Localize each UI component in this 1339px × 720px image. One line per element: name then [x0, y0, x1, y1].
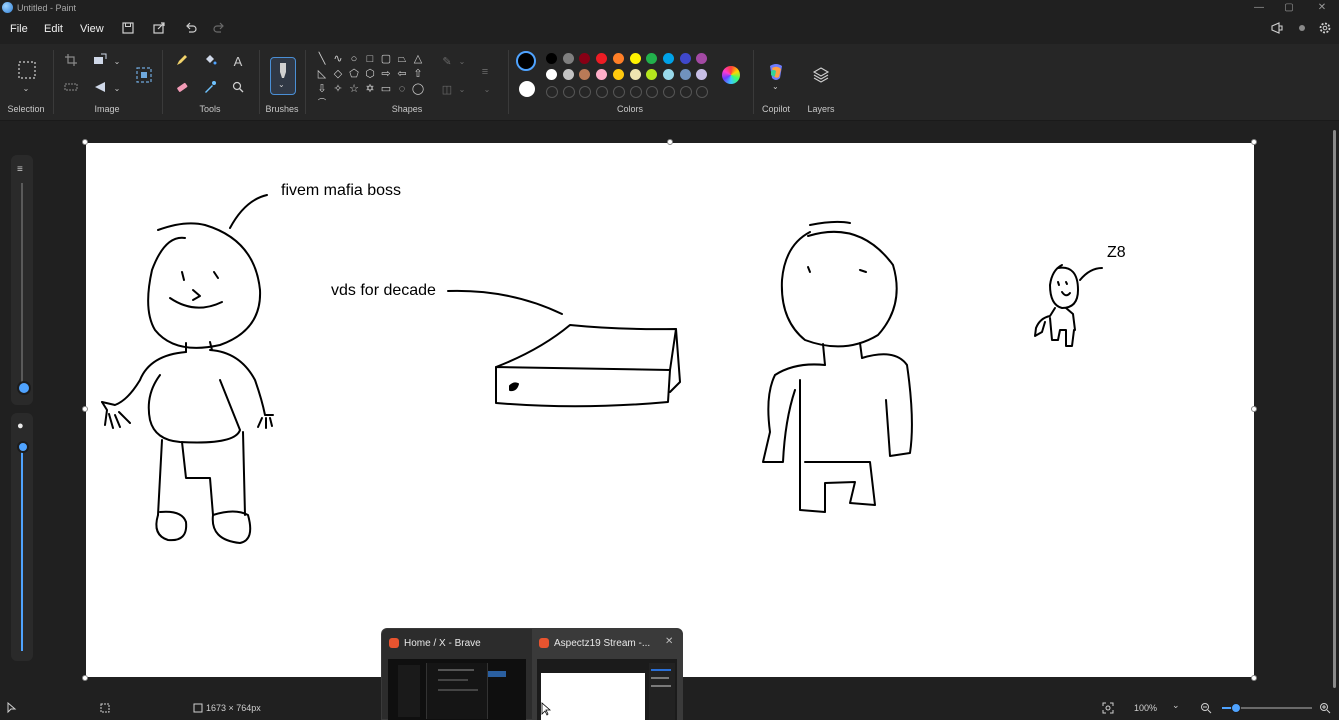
preview-close-icon[interactable]: ✕	[665, 636, 673, 647]
annotation-z8-label: Z8	[1107, 244, 1126, 261]
annotation-vds-label: vds for decade	[331, 282, 436, 299]
preview-thumbnail	[537, 659, 677, 720]
mouse-cursor-icon	[541, 702, 552, 716]
fit-to-window-icon[interactable]	[1102, 702, 1114, 714]
zoom-chevron-down-icon: ⌄	[1172, 700, 1180, 710]
zoom-dropdown[interactable]: 100% ⌄	[1126, 699, 1188, 717]
vertical-scrollbar[interactable]	[1333, 130, 1336, 688]
zoom-in-icon[interactable]	[1319, 702, 1331, 714]
annotation-boss-label: fivem mafia boss	[281, 182, 402, 199]
preview-title: Aspectz19 Stream -...	[554, 638, 651, 649]
zoom-out-icon[interactable]	[1200, 702, 1212, 714]
preview-window-brave[interactable]: Home / X - Brave	[382, 629, 532, 720]
zoom-slider-thumb[interactable]	[1231, 703, 1241, 713]
brave-icon	[539, 638, 549, 648]
sketch-server-box	[447, 289, 681, 408]
brave-icon	[389, 638, 399, 648]
sketch-mafia-boss-figure	[101, 194, 274, 544]
canvas-sketch	[101, 194, 1103, 544]
sketch-z8-figure	[1034, 264, 1103, 347]
canvas-size-icon	[192, 702, 204, 714]
taskbar-window-preview: Home / X - Brave Aspectz19 Stream -... ✕	[381, 628, 683, 720]
zoom-slider[interactable]	[1222, 703, 1312, 713]
preview-window-stream[interactable]: Aspectz19 Stream -... ✕	[532, 629, 682, 720]
preview-title: Home / X - Brave	[404, 638, 481, 649]
zoom-level-text: 100%	[1134, 703, 1158, 713]
cursor-position-icon	[6, 701, 18, 714]
canvas-size-text: 1673 × 764px	[206, 703, 261, 713]
preview-thumbnail	[388, 659, 526, 720]
selection-size-icon	[99, 702, 111, 714]
sketch-second-figure	[762, 220, 913, 513]
